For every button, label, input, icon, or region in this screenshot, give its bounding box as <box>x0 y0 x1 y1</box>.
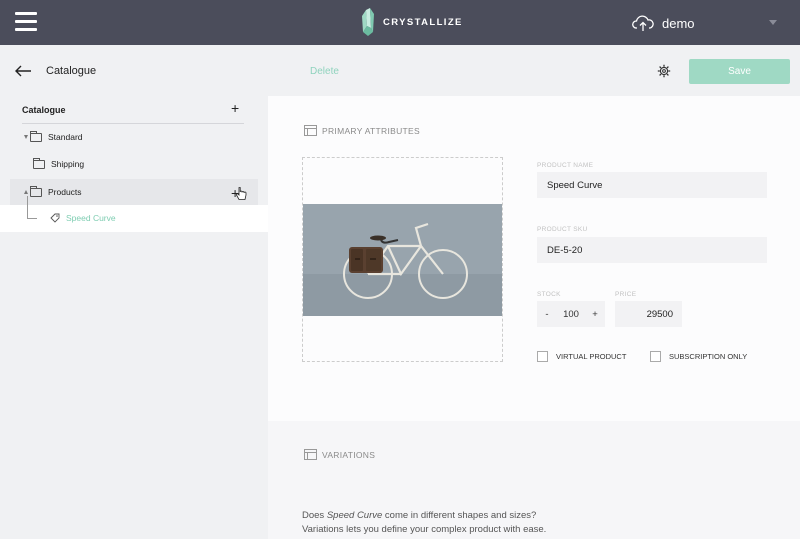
tenant-switcher[interactable]: demo <box>632 12 695 34</box>
checkbox-box[interactable] <box>650 351 661 362</box>
logo: CRYSTALLIZE <box>359 7 463 37</box>
variations-heading: VARIATIONS <box>304 449 375 460</box>
tree-item-standard[interactable]: Standard <box>24 124 83 150</box>
crystal-logo-icon <box>362 8 374 36</box>
checkbox-box[interactable] <box>537 351 548 362</box>
product-name-input[interactable] <box>537 172 767 198</box>
price-label: PRICE <box>615 291 637 298</box>
checkbox-label: SUBSCRIPTION ONLY <box>669 352 748 361</box>
increment-button[interactable]: + <box>590 309 600 320</box>
virtual-product-checkbox[interactable]: VIRTUAL PRODUCT <box>537 351 626 362</box>
product-sku-input[interactable] <box>537 237 767 263</box>
product-sku-label: PRODUCT SKU <box>537 226 588 233</box>
tree-item-products[interactable]: Products <box>24 179 82 205</box>
stock-label: STOCK <box>537 291 561 298</box>
caret-down-icon[interactable] <box>24 135 28 139</box>
tree-item-label: Products <box>48 187 82 197</box>
chevron-down-icon[interactable] <box>769 20 777 25</box>
sidebar <box>0 45 268 539</box>
tree-line <box>27 196 28 218</box>
cloud-upload-icon <box>632 15 654 31</box>
top-bar: CRYSTALLIZE demo <box>0 0 800 45</box>
back-arrow-icon[interactable] <box>14 64 32 78</box>
stock-value[interactable]: 100 <box>563 309 579 320</box>
tree-item-label: Speed Curve <box>66 213 116 223</box>
section-title: Catalogue <box>46 65 97 77</box>
primary-attributes-heading: PRIMARY ATTRIBUTES <box>304 125 420 136</box>
price-input[interactable] <box>615 301 682 327</box>
tree-line <box>27 218 37 219</box>
stock-stepper: - 100 + <box>537 301 605 327</box>
product-name-label: PRODUCT NAME <box>537 162 594 169</box>
save-button[interactable]: Save <box>689 59 790 84</box>
folder-icon <box>30 185 42 197</box>
folder-icon <box>33 157 45 169</box>
tree-item-speed-curve[interactable]: Speed Curve <box>50 205 116 231</box>
tree-item-label: Shipping <box>51 159 85 169</box>
delete-button[interactable]: Delete <box>310 66 339 77</box>
product-image[interactable] <box>303 204 502 316</box>
bicycle-photo <box>303 204 502 316</box>
tenant-name: demo <box>662 15 695 31</box>
menu-icon[interactable] <box>15 12 37 32</box>
tag-icon <box>50 213 60 223</box>
tree-item-shipping[interactable]: Shipping <box>33 151 84 177</box>
tree-header: Catalogue <box>22 105 66 115</box>
tree-item-label: Standard <box>48 132 83 142</box>
folder-icon <box>30 130 42 142</box>
gear-icon[interactable] <box>657 64 671 78</box>
checkbox-label: VIRTUAL PRODUCT <box>556 352 627 361</box>
variations-description: Does Speed Curve come in different shape… <box>302 510 547 535</box>
add-folder-button[interactable]: + <box>231 101 239 115</box>
table-icon <box>304 125 317 136</box>
subscription-only-checkbox[interactable]: SUBSCRIPTION ONLY <box>650 351 747 362</box>
selected-highlight <box>0 205 268 232</box>
hand-cursor-icon <box>236 187 247 200</box>
brand-name: CRYSTALLIZE <box>383 16 463 28</box>
decrement-button[interactable]: - <box>542 309 552 320</box>
table-icon <box>304 449 317 460</box>
caret-up-icon[interactable] <box>24 190 28 194</box>
